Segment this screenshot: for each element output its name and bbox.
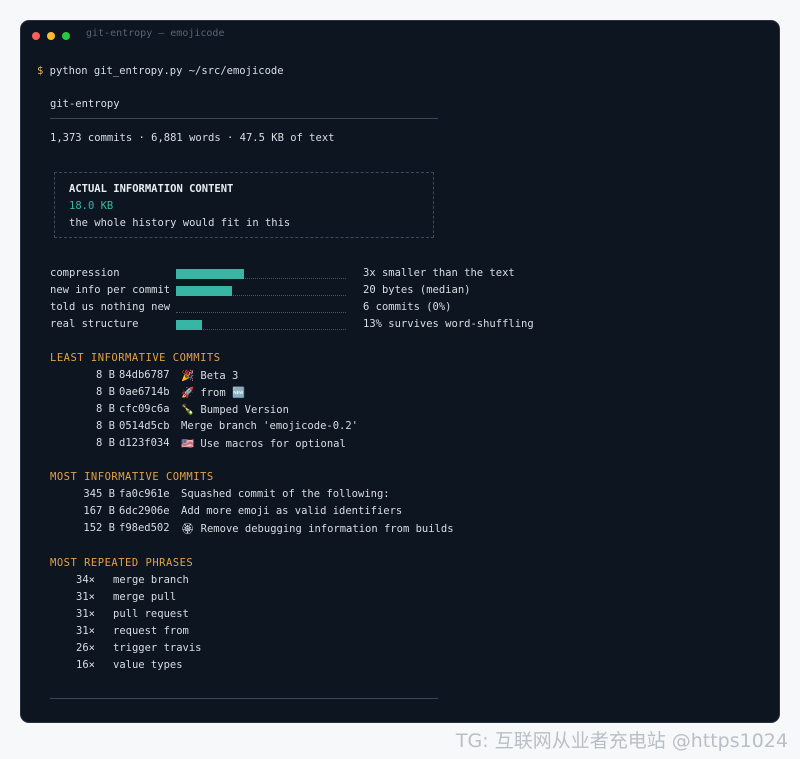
title-bar: git-entropy — emojicode (21, 21, 779, 49)
prompt-symbol: $ (37, 65, 44, 77)
metric-bar-fill (176, 269, 244, 279)
box-heading: ACTUAL INFORMATION CONTENT (69, 183, 234, 195)
terminal-window: git-entropy — emojicode $ python git_ent… (20, 20, 780, 723)
info-content-box: ACTUAL INFORMATION CONTENT 18.0 KB the w… (54, 172, 434, 238)
commit-size: 345 B (83, 488, 115, 500)
metric-description: 13% survives word-shuffling (363, 318, 534, 330)
commit-message: 🇺🇸 Use macros for optional (181, 438, 346, 450)
commit-message: 🏵 Remove debugging information from buil… (181, 523, 454, 535)
phrase-count: 16× (76, 659, 95, 671)
phrase-text: merge branch (113, 574, 189, 586)
phrase-text: value types (113, 659, 183, 671)
divider (50, 118, 438, 119)
phrase-text: request from (113, 625, 189, 637)
phrase-count: 31× (76, 608, 95, 620)
metric-description: 6 commits (0%) (363, 301, 452, 313)
commit-size: 8 B (96, 403, 115, 415)
metric-label: compression (50, 267, 120, 279)
metric-description: 20 bytes (median) (363, 284, 471, 296)
commit-size: 167 B (83, 505, 115, 517)
commit-size: 8 B (96, 386, 115, 398)
commit-hash: 0ae6714b (119, 386, 170, 398)
close-button[interactable] (32, 32, 40, 40)
commit-message: Add more emoji as valid identifiers (181, 505, 403, 517)
phrase-text: pull request (113, 608, 189, 620)
box-value: 18.0 KB (69, 200, 114, 212)
metric-label: told us nothing new (50, 301, 171, 313)
box-note: the whole history would fit in this (69, 217, 291, 229)
metric-label: new info per commit (50, 284, 171, 296)
metric-bar (176, 286, 346, 296)
commit-size: 8 B (96, 369, 115, 381)
commit-hash: d123f034 (119, 437, 170, 449)
commit-size: 8 B (96, 420, 115, 432)
command-text: python git_entropy.py ~/src/emojicode (49, 65, 284, 77)
commit-hash: 84db6787 (119, 369, 170, 381)
commit-size: 8 B (96, 437, 115, 449)
metric-bar (176, 320, 346, 330)
command-line: $ python git_entropy.py ~/src/emojicode (37, 64, 284, 78)
phrase-count: 31× (76, 625, 95, 637)
report-title: git-entropy (50, 98, 120, 110)
commit-message: 🚀 from 🆕 (181, 387, 246, 399)
commit-hash: 6dc2906e (119, 505, 170, 517)
metric-bar-fill (176, 286, 233, 296)
phrase-text: trigger travis (113, 642, 202, 654)
metric-label: real structure (50, 318, 139, 330)
summary-stats: 1,373 commits · 6,881 words · 47.5 KB of… (50, 132, 335, 144)
least-informative-heading: LEAST INFORMATIVE COMMITS (50, 352, 221, 364)
phrase-count: 34× (76, 574, 95, 586)
metric-bar (176, 269, 346, 279)
commit-hash: fa0c961e (119, 488, 170, 500)
metric-bar (176, 303, 346, 313)
commit-message: 🍾 Bumped Version (181, 404, 289, 416)
commit-hash: f98ed502 (119, 522, 170, 534)
metric-description: 3x smaller than the text (363, 267, 515, 279)
watermark: TG: 互联网从业者充电站 @https1024 (455, 730, 788, 752)
commit-hash: 0514d5cb (119, 420, 170, 432)
repeated-phrases-heading: MOST REPEATED PHRASES (50, 557, 194, 569)
commit-message: 🎉 Beta 3 (181, 370, 239, 382)
commit-message: Squashed commit of the following: (181, 488, 390, 500)
commit-size: 152 B (83, 522, 115, 534)
bottom-divider (50, 698, 438, 699)
minimize-button[interactable] (47, 32, 55, 40)
phrase-text: merge pull (113, 591, 177, 603)
most-informative-heading: MOST INFORMATIVE COMMITS (50, 471, 214, 483)
phrase-count: 26× (76, 642, 95, 654)
window-title: git-entropy — emojicode (86, 28, 225, 39)
commit-message: Merge branch 'emojicode-0.2' (181, 420, 359, 432)
commit-hash: cfc09c6a (119, 403, 170, 415)
maximize-button[interactable] (62, 32, 70, 40)
metric-bar-fill (176, 320, 202, 330)
phrase-count: 31× (76, 591, 95, 603)
